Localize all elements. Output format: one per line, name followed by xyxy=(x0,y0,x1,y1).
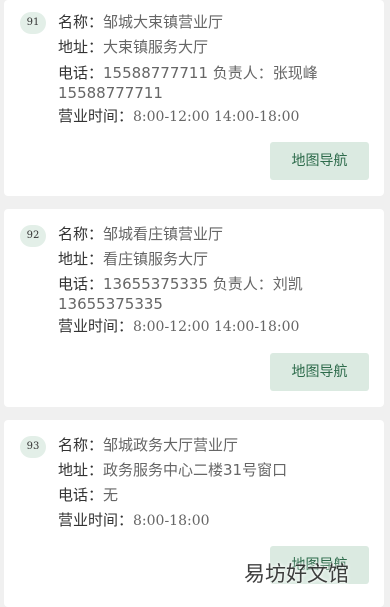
watermark: 易坊好文馆 xyxy=(244,562,349,586)
hours-label: 营业时间： xyxy=(58,317,134,335)
map-navigation-button[interactable]: 地图导航 xyxy=(270,142,369,180)
name-label: 名称： xyxy=(58,225,104,243)
phone-row: 电话：无 xyxy=(58,485,376,505)
hours-label: 营业时间： xyxy=(58,511,134,529)
address-label: 地址： xyxy=(58,38,104,56)
hours-value: 8:00-12:00 14:00-18:00 xyxy=(133,319,300,335)
index-badge: 91 xyxy=(20,12,46,34)
address-row: 地址：看庄镇服务大厅 xyxy=(58,249,376,269)
hours-label: 营业时间： xyxy=(58,107,134,125)
name-value: 邹城大束镇营业厅 xyxy=(103,13,224,31)
address-row: 地址：大束镇服务大厅 xyxy=(58,37,376,57)
address-label: 地址： xyxy=(58,461,104,479)
address-row: 地址：政务服务中心二楼31号窗口 xyxy=(58,460,376,480)
name-row: 名称：邹城大束镇营业厅 xyxy=(58,12,376,32)
phone-label: 电话： xyxy=(58,486,104,504)
name-label: 名称： xyxy=(58,13,104,31)
name-row: 名称：邹城看庄镇营业厅 xyxy=(58,224,376,244)
index-badge: 93 xyxy=(20,436,46,458)
phone-value: 无 xyxy=(103,486,119,504)
name-value: 邹城看庄镇营业厅 xyxy=(103,225,224,243)
phone-row: 电话：15588777711 负责人：张现峰 15588777711 xyxy=(58,63,328,103)
hours-row: 营业时间：8:00-12:00 14:00-18:00 xyxy=(58,106,376,127)
address-value: 政务服务中心二楼31号窗口 xyxy=(103,461,288,479)
phone-label: 电话： xyxy=(58,275,104,293)
address-value: 看庄镇服务大厅 xyxy=(103,250,209,268)
name-label: 名称： xyxy=(58,436,104,454)
phone-row: 电话：13655375335 负责人：刘凯 13655375335 xyxy=(58,274,318,314)
name-value: 邹城政务大厅营业厅 xyxy=(103,436,239,454)
index-badge: 92 xyxy=(20,225,46,247)
map-navigation-button[interactable]: 地图导航 xyxy=(270,353,369,391)
phone-label: 电话： xyxy=(58,64,104,82)
hours-value: 8:00-18:00 xyxy=(133,513,210,529)
hours-row: 营业时间：8:00-12:00 14:00-18:00 xyxy=(58,316,376,337)
address-value: 大束镇服务大厅 xyxy=(103,38,209,56)
address-label: 地址： xyxy=(58,250,104,268)
hours-value: 8:00-12:00 14:00-18:00 xyxy=(133,109,300,125)
store-card: 92 名称：邹城看庄镇营业厅 地址：看庄镇服务大厅 电话：13655375335… xyxy=(4,209,384,407)
store-card: 91 名称：邹城大束镇营业厅 地址：大束镇服务大厅 电话：15588777711… xyxy=(4,0,384,196)
name-row: 名称：邹城政务大厅营业厅 xyxy=(58,435,376,455)
hours-row: 营业时间：8:00-18:00 xyxy=(58,510,376,531)
